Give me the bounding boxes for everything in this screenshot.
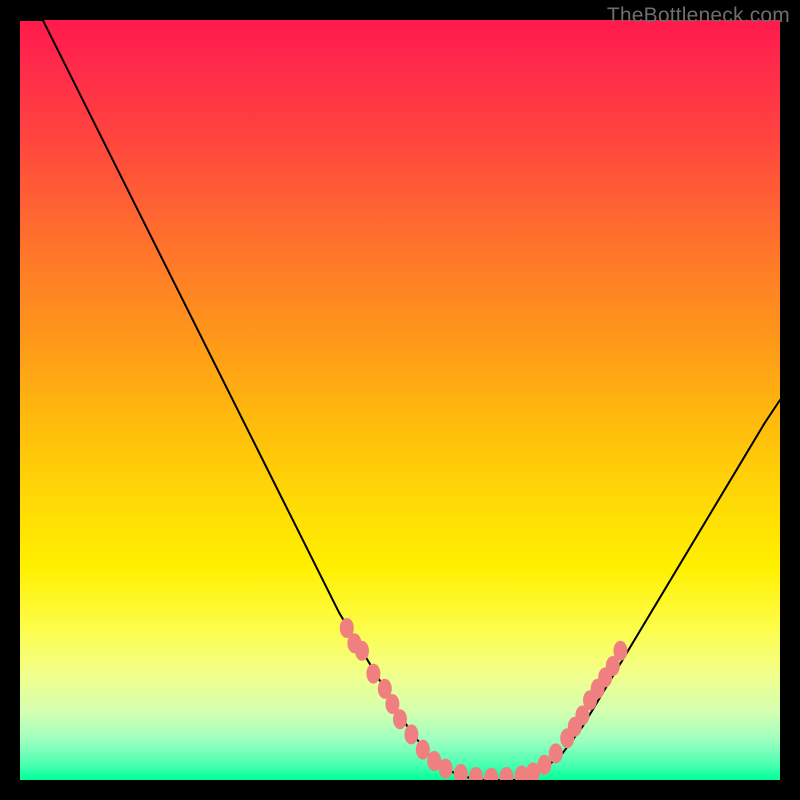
watermark-text: TheBottleneck.com xyxy=(607,4,790,28)
plot-gradient-background xyxy=(20,20,780,780)
chart-frame: TheBottleneck.com xyxy=(0,0,800,800)
